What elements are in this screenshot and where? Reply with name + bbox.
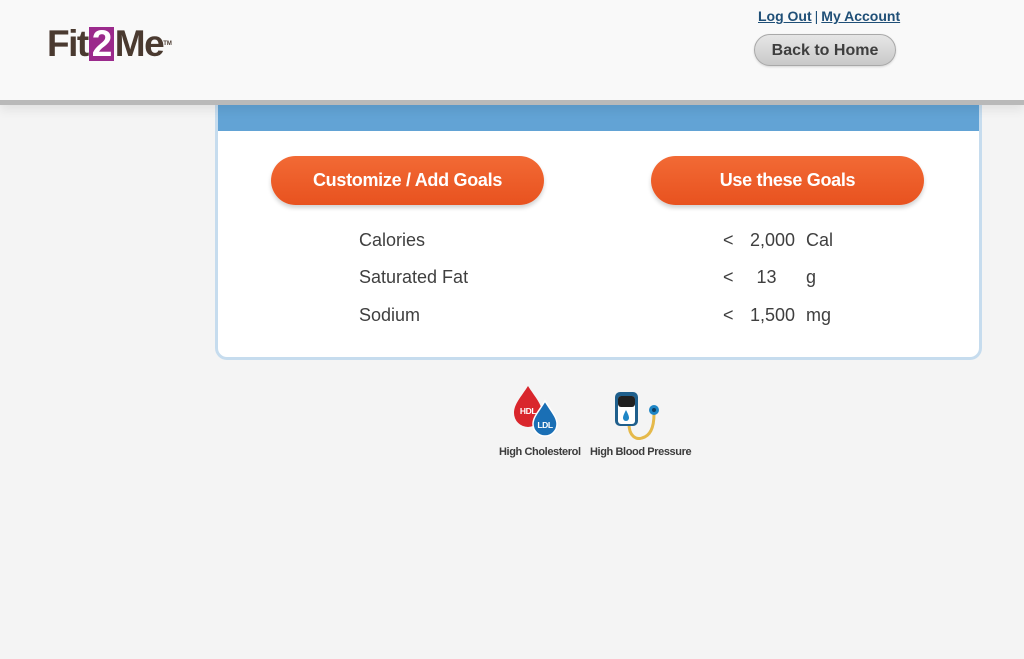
- logo-trademark: TM: [163, 41, 172, 47]
- logo-text-fit: Fit: [47, 23, 89, 64]
- customize-goals-button[interactable]: Customize / Add Goals: [271, 156, 544, 205]
- goal-value: 13: [756, 267, 777, 287]
- goal-row-sodium: Sodium < 1,500 mg: [218, 305, 979, 331]
- my-account-link[interactable]: My Account: [821, 8, 900, 24]
- logo-text-me: Me: [114, 23, 165, 64]
- goal-unit: mg: [806, 305, 832, 325]
- account-links: Log Out | My Account: [758, 8, 900, 24]
- goal-comparator: <: [723, 305, 734, 325]
- condition-high-blood-pressure[interactable]: High Blood Pressure: [590, 384, 692, 458]
- use-goals-button[interactable]: Use these Goals: [651, 156, 924, 205]
- goal-row-saturated-fat: Saturated Fat < 13 g: [218, 267, 979, 293]
- goal-row-calories: Calories < 2,000 Cal: [218, 230, 979, 256]
- goal-label: Sodium: [359, 305, 421, 325]
- goals-card: Customize / Add Goals Use these Goals Ca…: [215, 80, 982, 360]
- condition-high-cholesterol[interactable]: HDL LDL High Cholesterol: [499, 384, 581, 458]
- goal-label: Calories: [359, 230, 426, 250]
- condition-label: High Cholesterol: [499, 446, 581, 458]
- back-to-home-button[interactable]: Back to Home: [754, 34, 896, 66]
- site-header: Fit 2 MeTM Log Out | My Account Back to Home: [0, 0, 1024, 105]
- ldl-badge: LDL: [537, 420, 553, 430]
- cholesterol-drops-icon: HDL LDL: [514, 386, 558, 437]
- goal-label: Saturated Fat: [359, 267, 469, 287]
- goal-value: 1,500: [749, 305, 795, 325]
- logo-text-2: 2: [88, 25, 114, 62]
- goal-unit: Cal: [806, 230, 834, 250]
- link-separator: |: [814, 8, 819, 24]
- logout-link[interactable]: Log Out: [758, 8, 812, 24]
- blood-pressure-cuff-icon: [615, 392, 659, 440]
- goal-comparator: <: [723, 230, 734, 250]
- goal-value: 2,000: [749, 230, 795, 250]
- condition-label: High Blood Pressure: [590, 446, 692, 458]
- goal-comparator: <: [723, 267, 734, 287]
- fit2me-logo[interactable]: Fit 2 MeTM: [47, 24, 172, 64]
- goal-unit: g: [806, 267, 817, 287]
- hdl-badge: HDL: [520, 406, 536, 416]
